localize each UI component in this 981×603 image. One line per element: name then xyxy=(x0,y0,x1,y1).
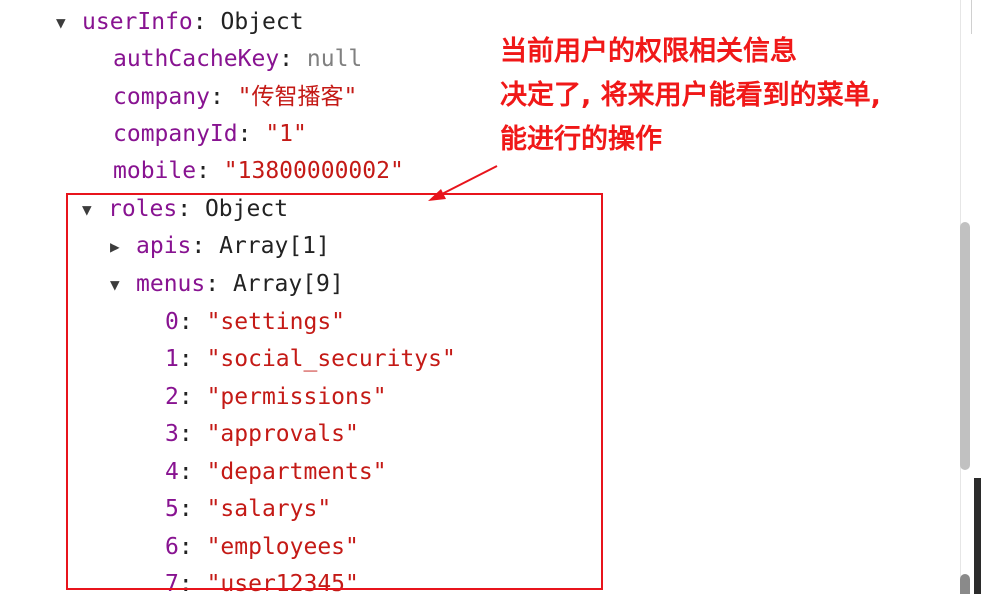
tree-node-mobile[interactable]: mobile: "13800000002" xyxy=(113,153,404,190)
node-key: userInfo xyxy=(82,9,193,35)
node-value: "1" xyxy=(265,121,307,147)
node-key: companyId xyxy=(113,121,238,147)
node-value: "传智播客" xyxy=(237,84,358,110)
annotation-line: 能进行的操作 xyxy=(500,124,662,155)
expand-triangle-down-icon[interactable]: ▼ xyxy=(56,4,82,41)
node-key: mobile xyxy=(113,158,197,184)
node-type: Object xyxy=(220,9,304,35)
tree-node-companyid[interactable]: companyId: "1" xyxy=(113,116,307,153)
permission-annotation: 当前用户的权限相关信息 决定了, 将来用户能看到的菜单, 能进行的操作 xyxy=(500,30,881,162)
panel-divider xyxy=(971,0,972,34)
annotation-line: 决定了, 将来用户能看到的菜单, xyxy=(500,80,881,111)
node-value: "13800000002" xyxy=(223,158,404,184)
colon: : xyxy=(237,121,266,147)
tree-node-authcachekey[interactable]: authCacheKey: null xyxy=(113,41,362,78)
colon: : xyxy=(192,9,221,35)
adjacent-panel-edge xyxy=(974,478,981,594)
secondary-scrollbar-thumb[interactable] xyxy=(960,574,970,594)
colon: : xyxy=(209,84,238,110)
tree-node-userinfo[interactable]: ▼ userInfo: Object xyxy=(56,4,304,41)
annotation-line: 当前用户的权限相关信息 xyxy=(500,36,797,67)
node-key: company xyxy=(113,84,210,110)
roles-highlight-box xyxy=(66,193,603,590)
vertical-scrollbar-thumb[interactable] xyxy=(960,222,970,470)
tree-node-company[interactable]: company: "传智播客" xyxy=(113,79,357,116)
node-value: null xyxy=(306,46,363,72)
node-key: authCacheKey xyxy=(113,46,280,72)
colon: : xyxy=(196,158,224,184)
colon: : xyxy=(279,46,307,72)
